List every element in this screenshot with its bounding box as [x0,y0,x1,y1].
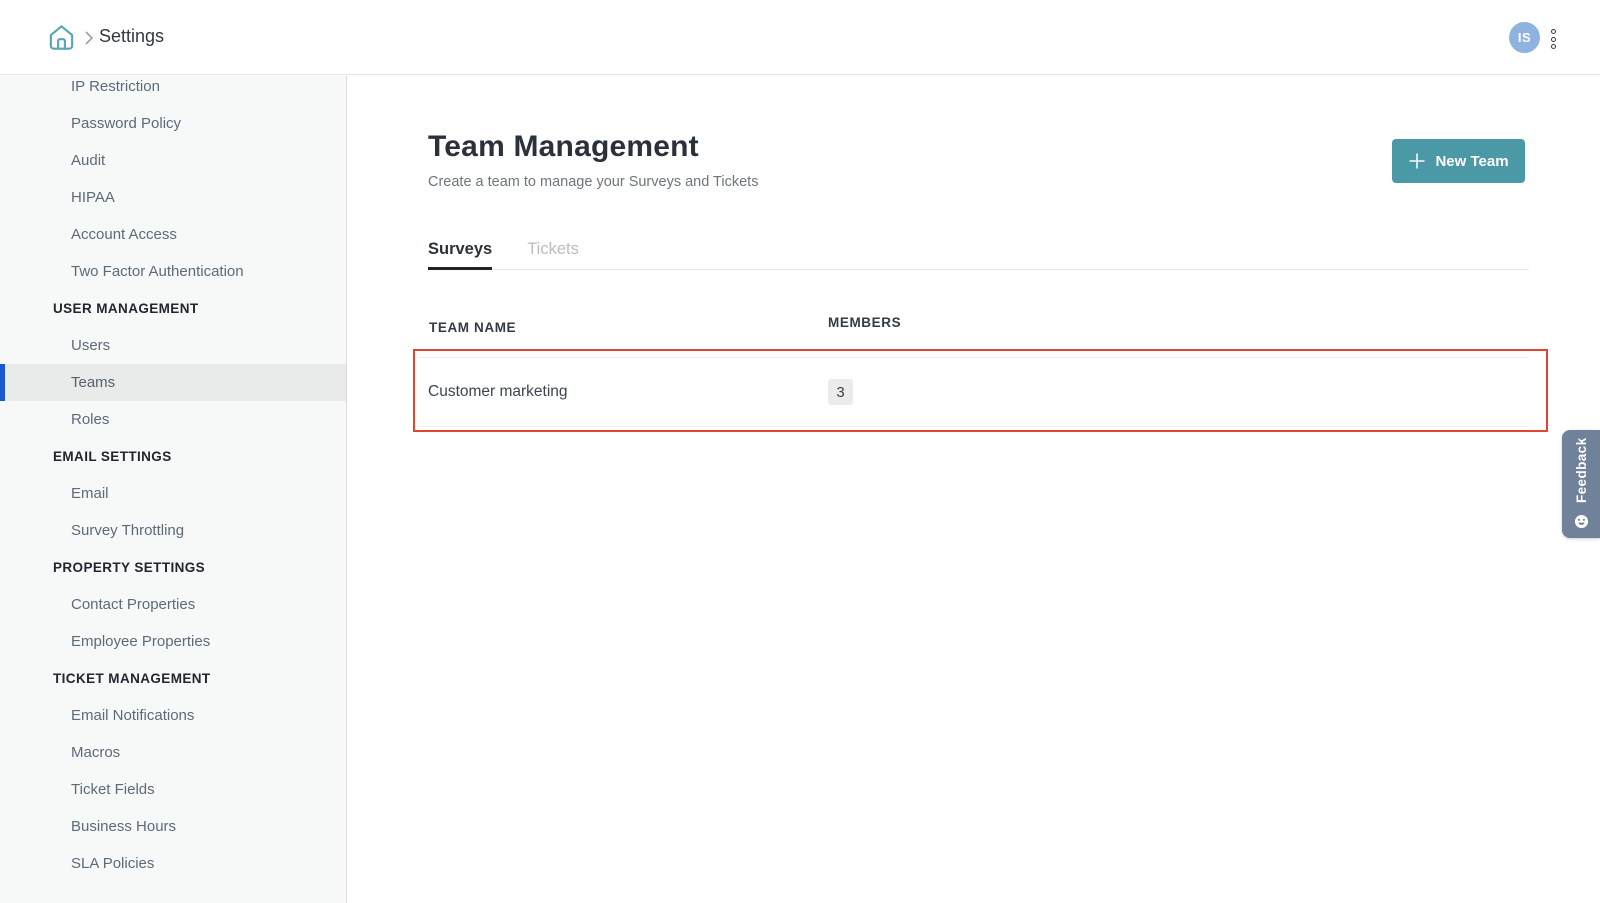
sidebar-item-sla-policies[interactable]: SLA Policies [0,845,346,882]
home-button[interactable] [46,22,77,53]
home-icon [46,22,77,53]
sidebar-item-employee-properties[interactable]: Employee Properties [0,623,346,660]
sidebar-item-two-factor-authentication[interactable]: Two Factor Authentication [0,253,346,290]
sidebar-item-ip-restriction[interactable]: IP Restriction [0,76,346,105]
page-subtitle: Create a team to manage your Surveys and… [428,174,758,190]
feedback-tab-label: Feedback [1574,430,1589,514]
sidebar-item-email[interactable]: Email [0,475,346,512]
app-root: Settings IS IP RestrictionPassword Polic… [0,0,1600,903]
topbar: Settings IS [0,0,1600,75]
sidebar-item-contact-properties[interactable]: Contact Properties [0,586,346,623]
sidebar-item-ticket-fields[interactable]: Ticket Fields [0,771,346,808]
sidebar-item-audit[interactable]: Audit [0,142,346,179]
sidebar-section-header: PROPERTY SETTINGS [0,549,346,586]
sidebar-item-account-access[interactable]: Account Access [0,216,346,253]
breadcrumb[interactable]: Settings [99,26,164,47]
avatar[interactable]: IS [1509,22,1540,53]
team-row[interactable]: Customer marketing 3 [418,357,1529,427]
sidebar-nav: IP RestrictionPassword PolicyAuditHIPAAA… [0,76,346,882]
sidebar-section-header: TICKET MANAGEMENT [0,660,346,697]
feedback-tab[interactable]: Feedback [1562,430,1600,538]
page-title: Team Management [428,130,699,164]
sidebar-item-business-hours[interactable]: Business Hours [0,808,346,845]
team-name-cell: Customer marketing [428,383,568,401]
tab-tickets[interactable]: Tickets [527,239,579,270]
new-team-button[interactable]: New Team [1392,139,1525,183]
sidebar-section-header: EMAIL SETTINGS [0,438,346,475]
tab-bar: Surveys Tickets [428,239,579,270]
tab-bar-rule [428,269,1529,270]
new-team-button-label: New Team [1435,153,1508,170]
column-header-members: MEMBERS [828,315,901,330]
sidebar-section-header: USER MANAGEMENT [0,290,346,327]
sidebar-item-users[interactable]: Users [0,327,346,364]
sidebar-item-email-notifications[interactable]: Email Notifications [0,697,346,734]
main-content [348,76,1600,903]
sidebar-item-roles[interactable]: Roles [0,401,346,438]
sidebar-item-teams[interactable]: Teams [0,364,346,401]
column-header-team-name: TEAM NAME [429,320,516,335]
kebab-menu-icon[interactable] [1547,29,1559,49]
plus-icon [1408,152,1426,170]
members-count-badge: 3 [828,379,853,405]
tab-surveys[interactable]: Surveys [428,239,492,270]
smiley-icon [1574,514,1589,529]
breadcrumb-chevron-icon [84,30,94,46]
sidebar-item-macros[interactable]: Macros [0,734,346,771]
sidebar-item-hipaa[interactable]: HIPAA [0,179,346,216]
settings-sidebar: IP RestrictionPassword PolicyAuditHIPAAA… [0,76,347,903]
sidebar-item-password-policy[interactable]: Password Policy [0,105,346,142]
sidebar-item-survey-throttling[interactable]: Survey Throttling [0,512,346,549]
